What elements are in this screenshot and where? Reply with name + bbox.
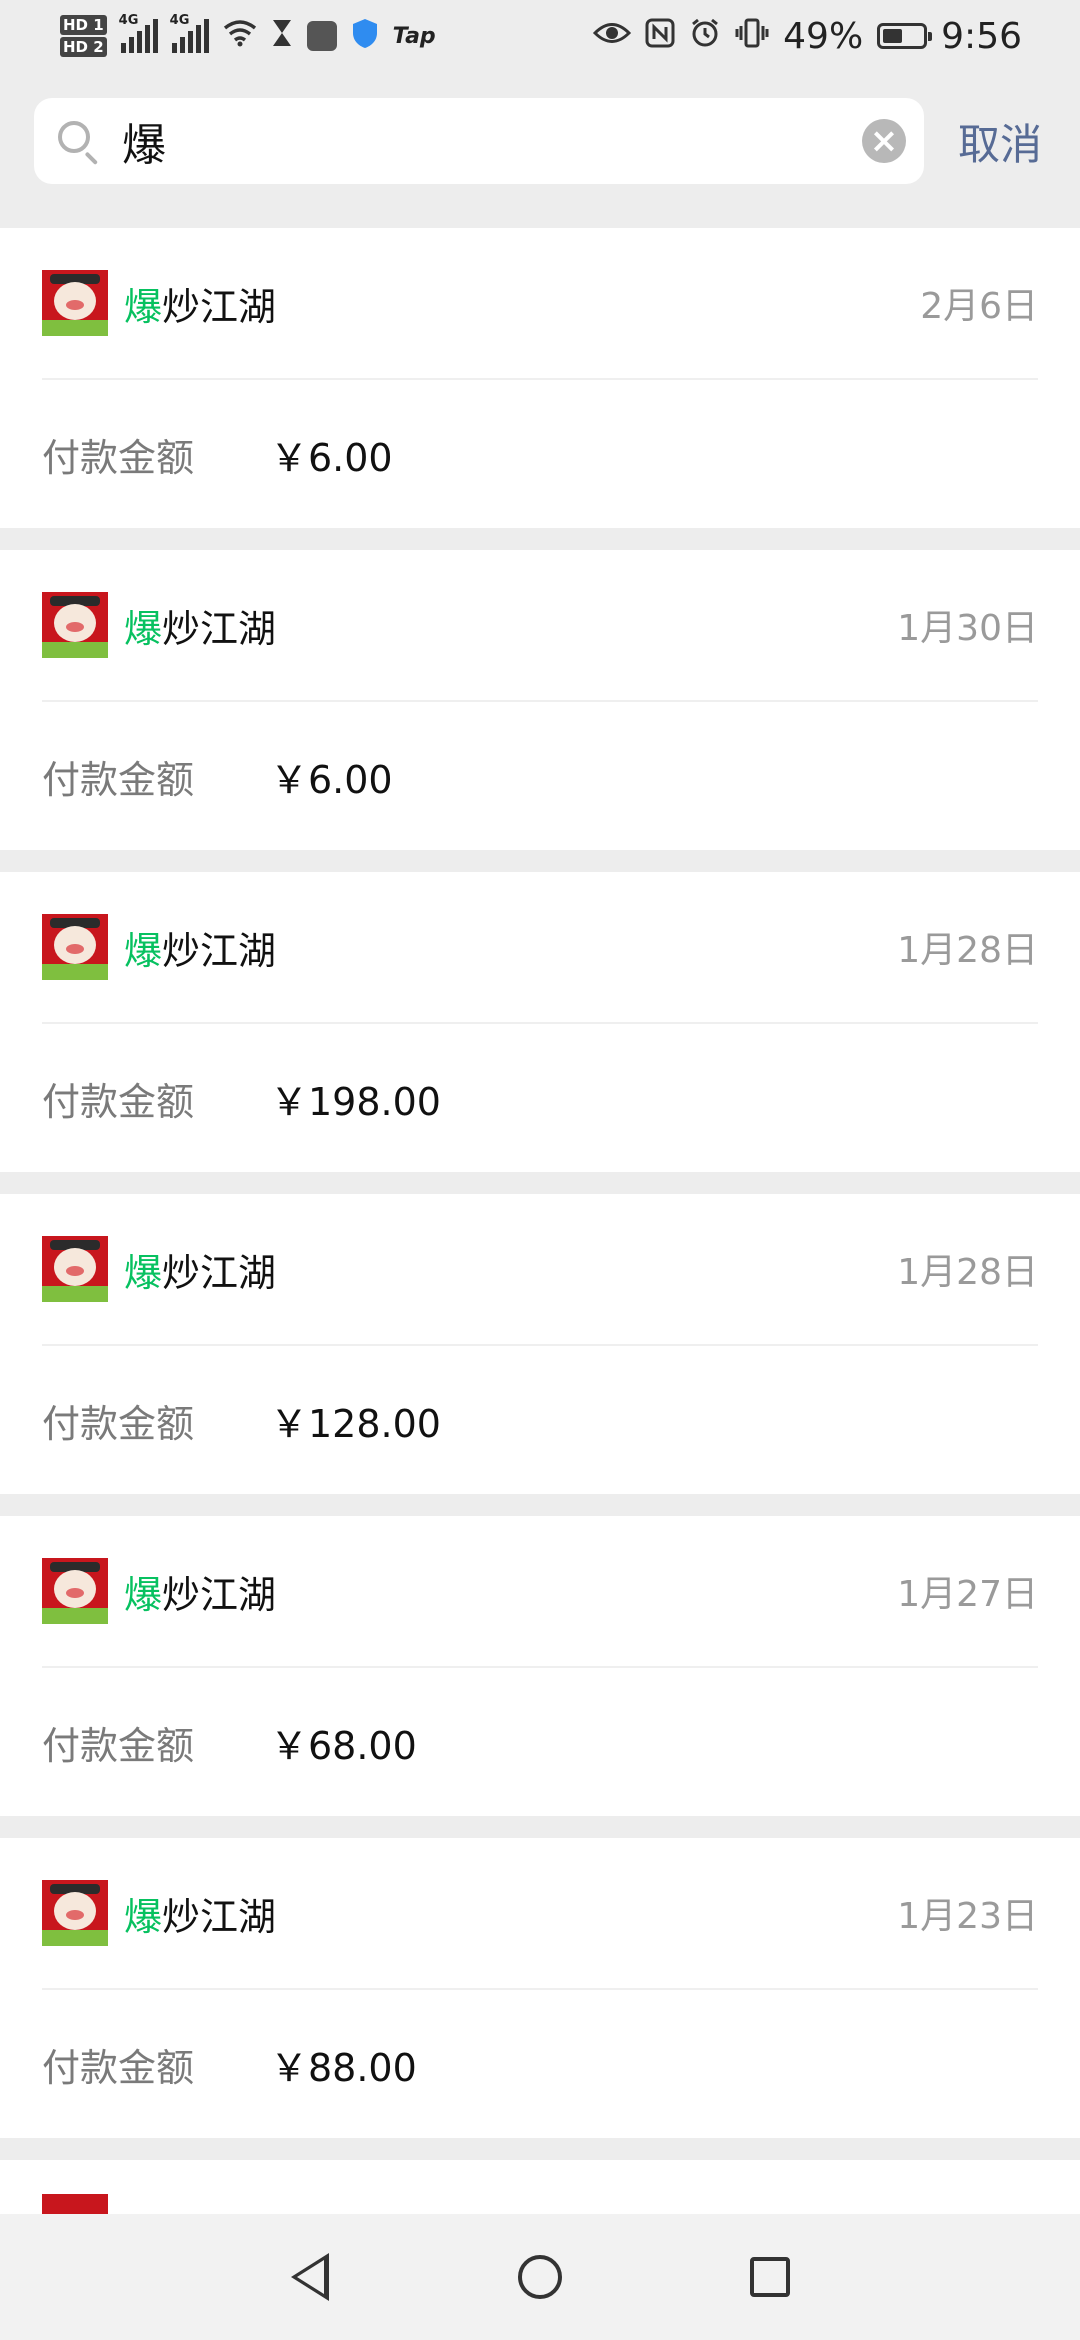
hd2-badge: HD 2: [60, 37, 107, 57]
amount-value: ￥198.00: [270, 1079, 441, 1124]
transaction-date: 1月28日: [897, 1252, 1038, 1293]
search-header: × 取消: [0, 96, 1080, 186]
wifi-icon: [223, 19, 257, 53]
merchant-avatar: [42, 914, 108, 980]
amount-label: 付款金额: [42, 435, 195, 480]
sim1-net-label: 4G: [118, 13, 139, 28]
shield-icon: [351, 17, 379, 55]
merchant-name-rest: 炒江湖: [162, 1894, 277, 1939]
merchant-name-highlight: 爆: [124, 1572, 163, 1617]
vibrate-icon: [735, 17, 769, 55]
battery-percent: 49%: [783, 15, 864, 57]
merchant-avatar: [42, 1236, 108, 1302]
list-item-body: 付款金额 ￥6.00: [42, 380, 1038, 528]
merchant-name: 爆炒江湖: [124, 1564, 897, 1619]
transaction-date: 1月30日: [897, 608, 1038, 649]
system-navigation-bar: [0, 2214, 1080, 2340]
clear-icon[interactable]: ×: [862, 119, 906, 163]
sim2-net-label: 4G: [169, 13, 190, 28]
amount-label: 付款金额: [42, 1079, 195, 1124]
amount-value: ￥6.00: [270, 757, 393, 802]
amount-label: 付款金额: [42, 757, 195, 802]
cancel-button[interactable]: 取消: [958, 111, 1042, 172]
list-item-header: 爆炒江湖 1月28日: [42, 872, 1038, 1024]
merchant-name-highlight: 爆: [124, 928, 163, 973]
list-item-header: 爆炒江湖 1月30日: [42, 550, 1038, 702]
merchant-name: 爆炒江湖: [124, 276, 920, 331]
transaction-date: 2月6日: [920, 286, 1038, 327]
status-right: 49% 9:56: [593, 16, 1022, 57]
search-icon: [54, 117, 102, 166]
list-item[interactable]: 爆炒江湖 1月27日 付款金额 ￥68.00: [0, 1516, 1080, 1816]
alarm-icon: [689, 17, 721, 55]
amount-value: ￥88.00: [270, 2045, 417, 2090]
list-item[interactable]: 爆炒江湖 1月30日 付款金额 ￥6.00: [0, 550, 1080, 850]
list-item-body: 付款金额 ￥198.00: [42, 1024, 1038, 1172]
merchant-name-highlight: 爆: [124, 284, 163, 329]
merchant-avatar: [42, 1880, 108, 1946]
merchant-avatar: [42, 270, 108, 336]
back-button[interactable]: [280, 2247, 340, 2307]
transaction-date: 1月27日: [897, 1574, 1038, 1615]
list-item[interactable]: 爆炒江湖 2月6日 付款金额 ￥6.00: [0, 228, 1080, 528]
search-input[interactable]: [120, 100, 862, 182]
home-icon: [518, 2255, 562, 2299]
transaction-date: 1月23日: [897, 1896, 1038, 1937]
amount-value: ￥6.00: [270, 435, 393, 480]
merchant-name-rest: 炒江湖: [162, 928, 277, 973]
list-item-body: 付款金额 ￥128.00: [42, 1346, 1038, 1494]
list-item-header: 爆炒江湖 1月27日: [42, 1516, 1038, 1668]
merchant-name-rest: 炒江湖: [162, 1572, 277, 1617]
merchant-name-rest: 炒江湖: [162, 1250, 277, 1295]
merchant-name-highlight: 爆: [124, 1894, 163, 1939]
search-box[interactable]: ×: [34, 98, 924, 184]
hourglass-icon: [271, 18, 293, 54]
amount-value: ￥68.00: [270, 1723, 417, 1768]
nfc-icon: [645, 18, 675, 54]
merchant-name: 爆炒江湖: [124, 598, 897, 653]
list-item-body: 付款金额 ￥68.00: [42, 1668, 1038, 1816]
hd1-badge: HD 1: [60, 15, 107, 35]
list-item-header: 爆炒江湖 1月23日: [42, 1838, 1038, 1990]
battery-icon: [877, 23, 933, 49]
merchant-avatar: [42, 592, 108, 658]
transaction-date: 1月28日: [897, 930, 1038, 971]
status-bar: HD 1 HD 2 4G 4G Tap 49% 9:56: [0, 0, 1080, 72]
list-item[interactable]: 爆炒江湖 1月23日 付款金额 ￥88.00: [0, 1838, 1080, 2138]
status-left: HD 1 HD 2 4G 4G Tap: [60, 13, 436, 57]
merchant-name-highlight: 爆: [124, 606, 163, 651]
recent-apps-icon: [750, 2257, 790, 2297]
amount-value: ￥128.00: [270, 1401, 441, 1446]
search-results-list: 爆炒江湖 2月6日 付款金额 ￥6.00 爆炒江湖 1月30日 付款金额 ￥6.…: [0, 228, 1080, 2220]
eye-icon: [593, 20, 632, 52]
signal-sim2-icon: 4G: [170, 13, 209, 53]
back-icon: [291, 2253, 329, 2301]
list-item[interactable]: 爆炒江湖 1月28日 付款金额 ￥198.00: [0, 872, 1080, 1172]
merchant-avatar: [42, 1558, 108, 1624]
merchant-name-rest: 炒江湖: [162, 606, 277, 651]
hd-indicator: HD 1 HD 2: [60, 15, 107, 57]
merchant-name: 爆炒江湖: [124, 1886, 897, 1941]
merchant-name-highlight: 爆: [124, 1250, 163, 1295]
list-item-header: 爆炒江湖 1月28日: [42, 1194, 1038, 1346]
merchant-name: 爆炒江湖: [124, 1242, 897, 1297]
clock: 9:56: [941, 15, 1022, 57]
amount-label: 付款金额: [42, 1723, 195, 1768]
recent-apps-button[interactable]: [740, 2247, 800, 2307]
list-item-partial[interactable]: [0, 2160, 1080, 2220]
list-item-body: 付款金额 ￥6.00: [42, 702, 1038, 850]
tap-notification-icon: Tap: [392, 23, 436, 49]
signal-sim1-icon: 4G: [119, 13, 158, 53]
list-item-body: 付款金额 ￥88.00: [42, 1990, 1038, 2138]
merchant-name-rest: 炒江湖: [162, 284, 277, 329]
amount-label: 付款金额: [42, 1401, 195, 1446]
battery-fill: [883, 29, 902, 43]
amount-label: 付款金额: [42, 2045, 195, 2090]
home-button[interactable]: [510, 2247, 570, 2307]
merchant-name: 爆炒江湖: [124, 920, 897, 975]
list-item[interactable]: 爆炒江湖 1月28日 付款金额 ￥128.00: [0, 1194, 1080, 1494]
list-item-header: 爆炒江湖 2月6日: [42, 228, 1038, 380]
app-notification-icon: [306, 21, 337, 51]
